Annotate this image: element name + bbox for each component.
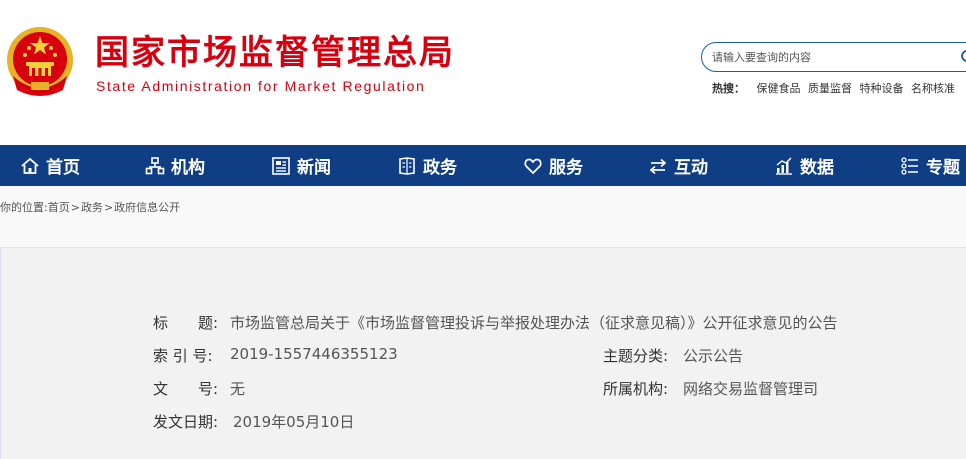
list-icon [901, 156, 918, 175]
site-title[interactable]: 国家市场监督管理总局 [95, 33, 455, 73]
newspaper-icon [272, 156, 290, 175]
document-icon [399, 156, 415, 175]
date-value: 2019年05月10日 [233, 413, 355, 431]
hot-search: 热搜： 保健食品 质量监督 特种设备 名称核准 [712, 80, 959, 96]
nav-item-label: 数据 [800, 158, 834, 178]
breadcrumb-item-home[interactable]: 首页 [48, 201, 70, 214]
nav-item-data[interactable]: 数据 [774, 145, 834, 186]
org-label: 所属机构: [603, 380, 669, 398]
topic-label: 主题分类: [603, 347, 669, 365]
bar-chart-icon [776, 157, 792, 175]
nav-item-label: 首页 [46, 158, 80, 178]
nav-item-affairs[interactable]: 政务 [397, 145, 457, 186]
site-subtitle: State Administration for Market Regulati… [96, 78, 426, 94]
doc-number-label: 文 号: [153, 380, 219, 398]
date-label: 发文日期: [153, 413, 219, 431]
hot-search-link[interactable]: 特种设备 [860, 82, 904, 95]
search-box [701, 42, 966, 72]
index-value: 2019-1557446355123 [230, 345, 398, 363]
doc-number-value: 无 [230, 380, 246, 398]
hot-search-link[interactable]: 保健食品 [757, 82, 801, 95]
exchange-icon [649, 158, 667, 174]
hot-search-link[interactable]: 名称核准 [911, 82, 955, 95]
hot-search-link[interactable]: 质量监督 [808, 82, 852, 95]
document-info-panel: 标 题: 市场监管总局关于《市场监督管理投诉与举报处理办法（征求意见稿）》公开征… [0, 248, 966, 459]
title-label: 标 题: [153, 314, 219, 332]
breadcrumb-bar: 你的位置:首页>政务>政府信息公开 [0, 186, 966, 248]
org-value: 网络交易监督管理司 [683, 380, 819, 398]
breadcrumb: 你的位置:首页>政务>政府信息公开 [0, 199, 180, 215]
title-value: 市场监管总局关于《市场监督管理投诉与举报处理办法（征求意见稿）》公开征求意见的公… [230, 314, 838, 332]
home-icon [21, 157, 39, 174]
nav-item-label: 新闻 [297, 158, 331, 178]
breadcrumb-separator: > [103, 201, 114, 214]
breadcrumb-separator: > [70, 201, 80, 214]
nav-item-service[interactable]: 服务 [523, 145, 583, 186]
hot-search-label: 热搜： [712, 82, 745, 95]
nav-item-label: 服务 [549, 158, 583, 178]
nav-item-label: 互动 [674, 158, 708, 178]
nav-item-home[interactable]: 首页 [20, 145, 80, 186]
nav-item-label: 政务 [423, 158, 457, 178]
search-icon[interactable] [960, 49, 966, 65]
heart-icon [524, 158, 542, 174]
site-header: 国家市场监督管理总局 State Administration for Mark… [0, 0, 966, 145]
search-input[interactable] [712, 48, 942, 66]
nav-item-label: 机构 [171, 158, 205, 178]
main-nav: 首页 机构 新闻 政务 服务 互动 数据 专题 [0, 145, 966, 186]
breadcrumb-prefix: 你的位置: [0, 201, 48, 214]
nav-item-topics[interactable]: 专题 [900, 145, 960, 186]
breadcrumb-item-affairs[interactable]: 政务 [81, 201, 103, 214]
national-emblem-icon[interactable] [5, 26, 75, 98]
org-chart-icon [145, 156, 165, 174]
index-label: 索 引 号: [153, 347, 213, 365]
nav-item-org[interactable]: 机构 [145, 145, 205, 186]
nav-item-news[interactable]: 新闻 [271, 145, 331, 186]
nav-item-interact[interactable]: 互动 [648, 145, 708, 186]
nav-item-label: 专题 [926, 158, 960, 178]
breadcrumb-item-disclosure[interactable]: 政府信息公开 [114, 201, 180, 214]
topic-value: 公示公告 [683, 347, 744, 365]
